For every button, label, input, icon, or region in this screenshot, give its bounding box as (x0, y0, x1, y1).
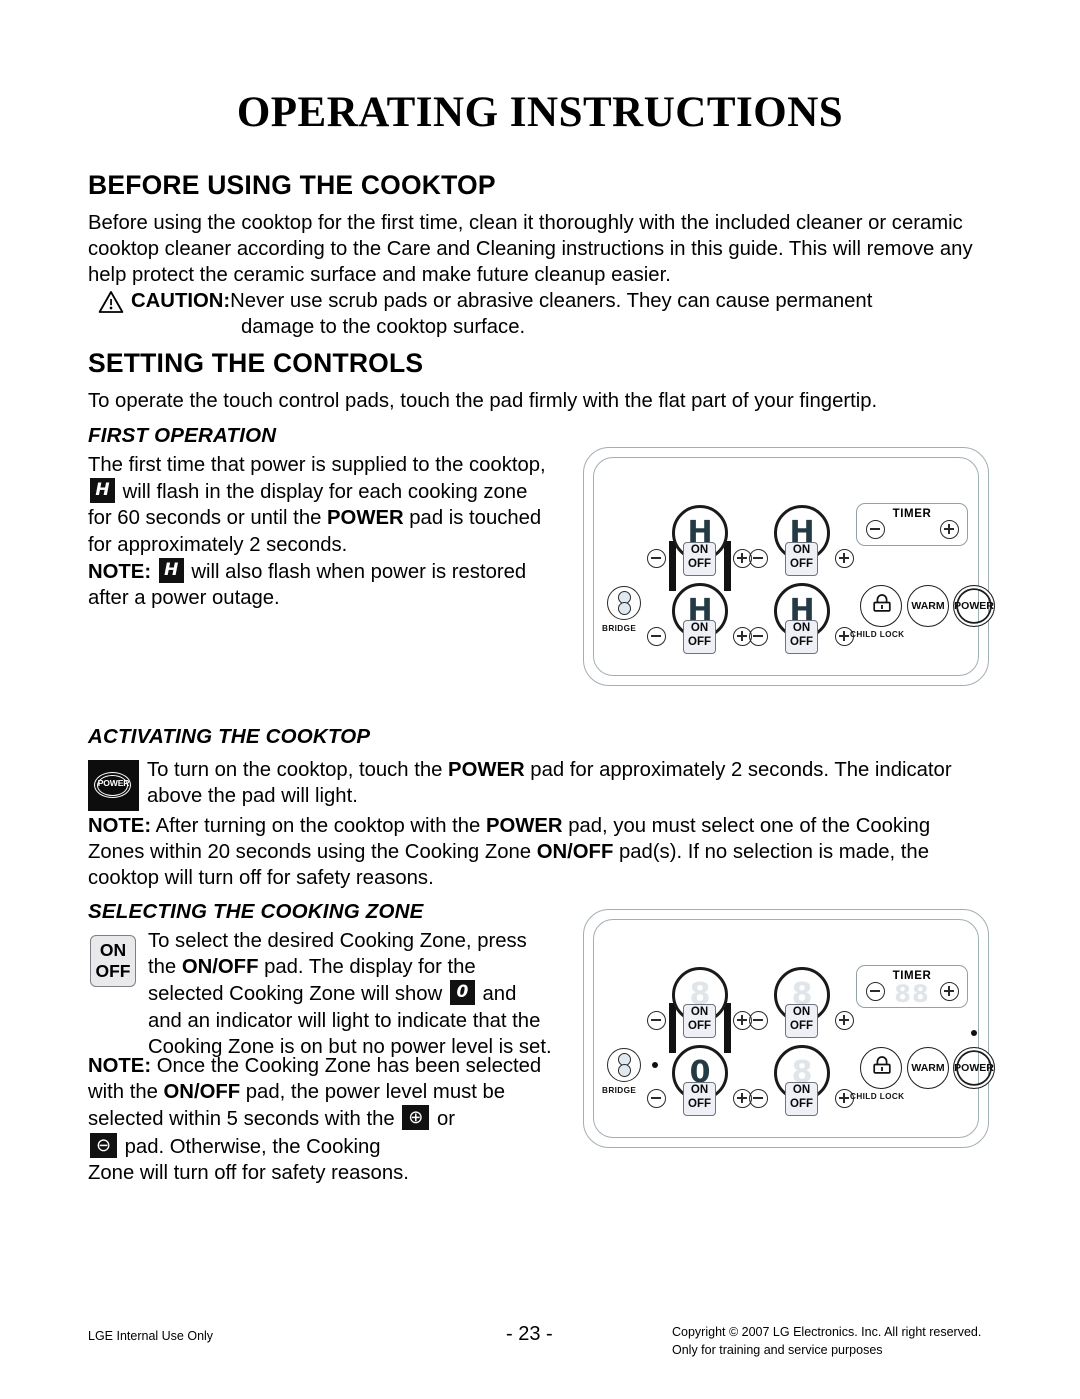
onoff-pad-front-right-2[interactable]: ON OFF (785, 1082, 818, 1116)
selecting-note-line-2: with the ON/OFF pad, the power level mus… (88, 1081, 506, 1104)
onoff-pad-rear-right-2[interactable]: ON OFF (785, 1004, 818, 1038)
selecting-note-line-1: NOTE: Once the Cooking Zone has been sel… (88, 1055, 542, 1077)
minus-badge-icon: ⊖ (90, 1132, 117, 1158)
minus-pad-rear-right-2[interactable] (749, 1011, 768, 1030)
child-lock-button[interactable] (860, 585, 902, 627)
before-using-body: Before using the cooktop for the first t… (88, 212, 973, 287)
onoff-pad-rear-right[interactable]: ON OFF (785, 542, 818, 576)
child-lock-label-2: CHILD LOCK (850, 1092, 905, 1101)
first-operation-line-1: The first time that power is supplied to… (88, 454, 546, 476)
activating-body: To turn on the cooktop, touch the POWER … (147, 759, 952, 808)
bridge-indicator-icon[interactable] (607, 586, 641, 620)
power-button-2[interactable]: POWER (953, 1047, 995, 1089)
heading-first-operation: FIRST OPERATION (88, 424, 277, 447)
power-pad-badge-icon: POWER (88, 760, 139, 811)
page-title: OPERATING INSTRUCTIONS (236, 89, 844, 136)
bridge-indicator-icon-2[interactable] (607, 1048, 641, 1082)
power-active-indicator-dot (971, 1030, 977, 1036)
timer-label: TIMER (892, 508, 932, 520)
footer-page-number: - 23 - (506, 1323, 553, 1345)
selecting-zone-body: To select the desired Cooking Zone, pres… (148, 928, 573, 1060)
heading-activating-the-cooktop: ACTIVATING THE COOKTOP (88, 725, 371, 748)
selecting-line-4: and an indicator will light to indicate … (148, 1009, 541, 1032)
selecting-note-line-3: selected within 5 seconds with the ⊕ or (88, 1105, 455, 1131)
lcd-h-badge-icon-2: H (158, 557, 184, 583)
selecting-note-line-4: ⊖ pad. Otherwise, the Cooking (88, 1132, 588, 1160)
plus-badge-icon: ⊕ (402, 1105, 430, 1131)
zone-active-indicator-dot (652, 1062, 658, 1068)
warm-button[interactable]: WARM (907, 585, 949, 627)
timer-panel-2: TIMER 88 (856, 965, 968, 1008)
first-operation-line-3: for 60 seconds or until the POWER pad is… (88, 507, 542, 530)
selecting-zone-note: NOTE: Once the Cooking Zone has been sel… (88, 1053, 588, 1186)
first-operation-line-2: H will flash in the display for each coo… (88, 478, 568, 505)
minus-pad-front-left[interactable] (647, 627, 666, 646)
caution-label: CAUTION: (131, 290, 231, 312)
copyright-line-2: Only for training and service purposes (672, 1343, 883, 1357)
heading-selecting-the-cooking-zone: SELECTING THE COOKING ZONE (88, 900, 424, 923)
minus-pad-front-left-2[interactable] (647, 1089, 666, 1108)
power-button[interactable]: POWER (953, 585, 995, 627)
child-lock-button-2[interactable] (860, 1047, 902, 1089)
minus-pad-front-right[interactable] (749, 627, 768, 646)
timer-plus-pad-2[interactable] (940, 982, 959, 1001)
bridge-label: BRIDGE (602, 624, 637, 633)
warm-button-2[interactable]: WARM (907, 1047, 949, 1089)
heading-setting-the-controls: SETTING THE CONTROLS (88, 348, 424, 378)
manual-page: OPERATING INSTRUCTIONS BEFORE USING THE … (0, 0, 1080, 1399)
first-operation-note-line-2: after a power outage. (88, 587, 280, 610)
timer-minus-pad[interactable] (866, 520, 885, 539)
padlock-icon-2 (873, 1056, 891, 1074)
plus-pad-rear-right-2[interactable] (835, 1011, 854, 1030)
plus-pad-rear-right[interactable] (835, 549, 854, 568)
selecting-line-1: To select the desired Cooking Zone, pres… (148, 930, 527, 952)
minus-pad-rear-left-2[interactable] (647, 1011, 666, 1030)
footer-left-text: LGE Internal Use Only (88, 1329, 214, 1343)
first-operation-body: The first time that power is supplied to… (88, 452, 568, 611)
bridge-label-2: BRIDGE (602, 1086, 637, 1095)
onoff-pad-rear-left-2[interactable]: ON OFF (683, 1004, 716, 1038)
first-operation-note: NOTE: H will also flash when power is re… (88, 557, 527, 583)
bridge-bar-right (724, 541, 731, 591)
selecting-line-2: the ON/OFF pad. The display for the (148, 956, 476, 979)
caution-line-1: CAUTION:Never use scrub pads or abrasive… (131, 288, 991, 314)
first-operation-line-4: for approximately 2 seconds. (88, 533, 348, 556)
heading-before-using-the-cooktop: BEFORE USING THE COOKTOP (88, 170, 496, 200)
timer-panel: TIMER (856, 503, 968, 546)
warning-triangle-icon (98, 290, 124, 314)
child-lock-label: CHILD LOCK (850, 630, 905, 639)
footer-copyright: Copyright © 2007 LG Electronics. Inc. Al… (672, 1323, 1002, 1359)
selecting-line-3: selected Cooking Zone will show 0 and (148, 980, 517, 1006)
timer-minus-pad-2[interactable] (866, 982, 885, 1001)
bridge-bar-right-2 (724, 1003, 731, 1053)
lcd-h-badge-icon: H (90, 478, 115, 504)
caution-line-2: damage to the cooktop surface. (241, 316, 526, 338)
cooktop-diagram-first-operation: BRIDGE H ON OFF H ON OFF H ON OFF H ON O… (583, 447, 995, 686)
caution-text: Never use scrub pads or abrasive cleaner… (230, 290, 873, 312)
onoff-pad-front-right[interactable]: ON OFF (785, 620, 818, 654)
selecting-note-line-5: Zone will turn off for safety reasons. (88, 1161, 409, 1184)
onoff-pad-rear-left[interactable]: ON OFF (683, 542, 716, 576)
minus-pad-front-right-2[interactable] (749, 1089, 768, 1108)
onoff-pad-front-left-2[interactable]: ON OFF (683, 1082, 716, 1116)
minus-pad-rear-right[interactable] (749, 549, 768, 568)
copyright-line-1: Copyright © 2007 LG Electronics. Inc. Al… (672, 1325, 982, 1339)
padlock-icon (873, 594, 891, 612)
lcd-zero-badge-icon: 0 (449, 980, 475, 1006)
cooktop-diagram-selecting-zone: BRIDGE 8 ON OFF 8 ON OFF 0 ON OFF 8 ON O… (583, 909, 995, 1148)
minus-pad-rear-left[interactable] (647, 549, 666, 568)
onoff-pad-front-left[interactable]: ON OFF (683, 620, 716, 654)
setting-controls-body: To operate the touch control pads, touch… (88, 390, 878, 412)
activating-note: NOTE: After turning on the cooktop with … (88, 815, 931, 890)
onoff-pad-badge-icon: ON OFF (90, 935, 136, 987)
timer-plus-pad[interactable] (940, 520, 959, 539)
